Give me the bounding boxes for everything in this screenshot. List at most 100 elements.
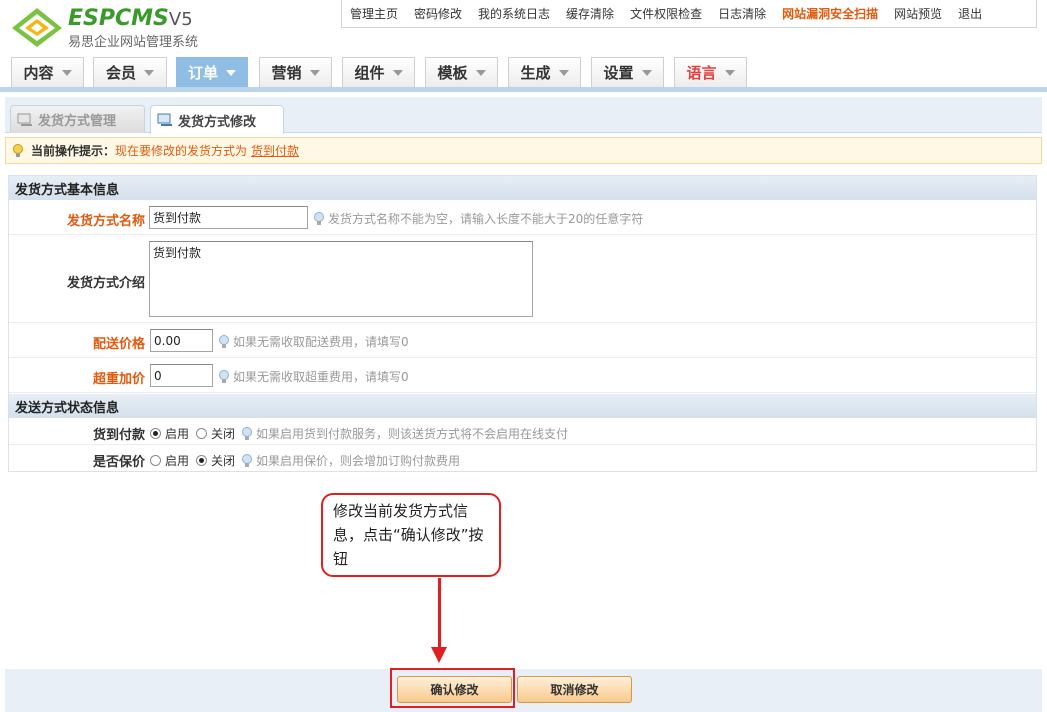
- name-label: 发货方式名称: [66, 214, 145, 229]
- main-nav: 内容 会员 订单 营销 组件 模板 生成 设置 语言: [0, 57, 1047, 92]
- main-tab[interactable]: 设置: [591, 57, 664, 87]
- logo-text: ESPCMSV5: [68, 6, 193, 31]
- top-link[interactable]: 我的系统日志: [470, 1, 558, 27]
- radio-dot: [150, 428, 161, 439]
- cod-hint-text: 如果启用货到付款服务，则该送货方式将不会启用在线支付: [256, 427, 569, 441]
- logo-subtitle: 易思企业网站管理系统: [68, 35, 199, 50]
- cod-off-radio[interactable]: 关闭: [196, 425, 235, 442]
- top-link[interactable]: 管理主页: [342, 1, 406, 27]
- main-tab-label: 订单: [187, 64, 218, 82]
- row-insured: 是否保价 启用 关闭 如果启用保价，则会增加订购付款费用: [9, 445, 1036, 472]
- row-price: 配送价格 如果无需收取配送费用，请填写0: [9, 323, 1036, 358]
- main-tab-label: 内容: [23, 64, 54, 82]
- cod-hint: 如果启用货到付款服务，则该送货方式将不会启用在线支付: [241, 425, 568, 442]
- top-link[interactable]: 退出: [950, 1, 990, 27]
- sub-tab-label: 发货方式修改: [178, 114, 257, 130]
- main-tab-label: 会员: [105, 64, 136, 82]
- row-overweight: 超重加价 如果无需收取超重费用，请填写0: [9, 358, 1036, 393]
- monitor-icon: [157, 113, 172, 126]
- insured-hint: 如果启用保价，则会增加订购付款费用: [241, 452, 460, 469]
- cod-on-label: 启用: [165, 427, 190, 441]
- insured-hint-text: 如果启用保价，则会增加订购付款费用: [256, 454, 461, 468]
- top-link[interactable]: 缓存清除: [558, 1, 622, 27]
- section-status-header: 发送方式状态信息: [9, 394, 1036, 418]
- overweight-label: 超重加价: [92, 372, 145, 387]
- cancel-button[interactable]: 取消修改: [517, 676, 632, 703]
- name-input[interactable]: [149, 206, 308, 229]
- top-links-bar: 管理主页 密码修改 我的系统日志 缓存清除 文件权限检查 日志清除 网站漏洞安全扫描 网站预览…: [341, 0, 1037, 28]
- main-tab[interactable]: 会员: [93, 57, 167, 87]
- main-tab[interactable]: 生成: [508, 57, 581, 87]
- name-hint-text: 发货方式名称不能为空，请输入长度不能大于20的任意字符: [328, 212, 644, 226]
- overweight-hint-text: 如果无需收取超重费用，请填写0: [233, 370, 409, 384]
- sub-tab-label: 发货方式管理: [38, 114, 117, 129]
- main-tab[interactable]: 语言: [674, 57, 747, 87]
- main-tab-label: 设置: [603, 64, 634, 82]
- price-label: 配送价格: [92, 337, 145, 352]
- main-tab[interactable]: 订单: [176, 57, 248, 87]
- chevron-down-icon: [558, 69, 569, 76]
- price-hint-text: 如果无需收取配送费用，请填写0: [233, 335, 409, 349]
- tip-link[interactable]: 货到付款: [251, 142, 299, 159]
- shipping-form: 发货方式基本信息 发货方式名称 发货方式名称不能为空，请输入长度不能大于20的任…: [8, 175, 1037, 472]
- chevron-down-icon: [226, 69, 236, 76]
- price-input[interactable]: [150, 329, 213, 352]
- top-link[interactable]: 网站预览: [886, 1, 950, 27]
- chevron-down-icon: [724, 69, 735, 76]
- overweight-hint: 如果无需收取超重费用，请填写0: [218, 368, 409, 385]
- top-link[interactable]: 文件权限检查: [622, 1, 710, 27]
- intro-label: 发货方式介绍: [66, 276, 145, 291]
- cod-on-radio[interactable]: 启用: [150, 425, 189, 442]
- sub-tab[interactable]: 发货方式修改: [150, 105, 284, 134]
- section-basic-header: 发货方式基本信息: [9, 176, 1036, 200]
- insured-off-label: 关闭: [211, 454, 236, 468]
- operation-tip: 当前操作提示： 现在要修改的发货方式为 货到付款: [5, 137, 1042, 164]
- chevron-down-icon: [475, 69, 486, 76]
- main-tab[interactable]: 营销: [259, 57, 332, 87]
- main-nav-bar: [0, 87, 1047, 92]
- top-link[interactable]: 日志清除: [710, 1, 774, 27]
- main-tab-label: 营销: [271, 64, 302, 82]
- monitor-icon: [17, 113, 32, 126]
- row-cod: 货到付款 启用 关闭 如果启用货到付款服务，则该送货方式将不会启用在线支付: [9, 418, 1036, 445]
- logo-icon: [12, 8, 62, 47]
- sub-tab[interactable]: 发货方式管理: [10, 105, 145, 133]
- main-tab-label: 生成: [520, 64, 551, 82]
- lightbulb-icon: [13, 143, 23, 157]
- radio-dot: [150, 455, 161, 466]
- logo[interactable]: ESPCMSV5 易思企业网站管理系统: [10, 6, 220, 50]
- tip-message: 现在要修改的发货方式为: [115, 144, 248, 158]
- annotation-callout: 修改当前发货方式信息，点击“确认修改”按钮: [321, 493, 501, 577]
- insured-on-radio[interactable]: 启用: [150, 452, 189, 469]
- price-hint: 如果无需收取配送费用，请填写0: [218, 333, 409, 350]
- intro-textarea[interactable]: 货到付款: [149, 241, 533, 317]
- main-tab[interactable]: 组件: [342, 57, 415, 87]
- hint-bulb-icon: [242, 426, 252, 440]
- chevron-down-icon: [61, 69, 72, 76]
- cod-label: 货到付款: [92, 428, 145, 443]
- chevron-down-icon: [309, 69, 320, 76]
- annotation-arrow-head: [431, 647, 447, 663]
- cod-off-label: 关闭: [211, 427, 236, 441]
- tip-label: 当前操作提示：: [31, 144, 116, 158]
- hint-bulb-icon: [314, 211, 324, 225]
- top-link[interactable]: 网站漏洞安全扫描: [774, 1, 886, 27]
- insured-on-label: 启用: [165, 454, 190, 468]
- annotation-highlight-box: [390, 668, 515, 708]
- annotation-arrow-line: [438, 578, 441, 650]
- main-tab[interactable]: 模板: [425, 57, 498, 87]
- main-tab[interactable]: 内容: [11, 57, 84, 87]
- insured-off-radio[interactable]: 关闭: [196, 452, 235, 469]
- sub-tabs: 发货方式管理 发货方式修改: [5, 97, 1042, 134]
- top-link[interactable]: 密码修改: [406, 1, 470, 27]
- row-name: 发货方式名称 发货方式名称不能为空，请输入长度不能大于20的任意字符: [9, 200, 1036, 235]
- overweight-input[interactable]: [150, 364, 213, 387]
- name-hint: 发货方式名称不能为空，请输入长度不能大于20的任意字符: [313, 210, 643, 227]
- radio-dot: [196, 428, 207, 439]
- main-tab-label: 语言: [686, 64, 717, 82]
- row-intro: 发货方式介绍 货到付款: [9, 235, 1036, 323]
- hint-bulb-icon: [219, 334, 229, 348]
- chevron-down-icon: [392, 69, 403, 76]
- main-tab-label: 组件: [354, 64, 385, 82]
- hint-bulb-icon: [242, 453, 252, 467]
